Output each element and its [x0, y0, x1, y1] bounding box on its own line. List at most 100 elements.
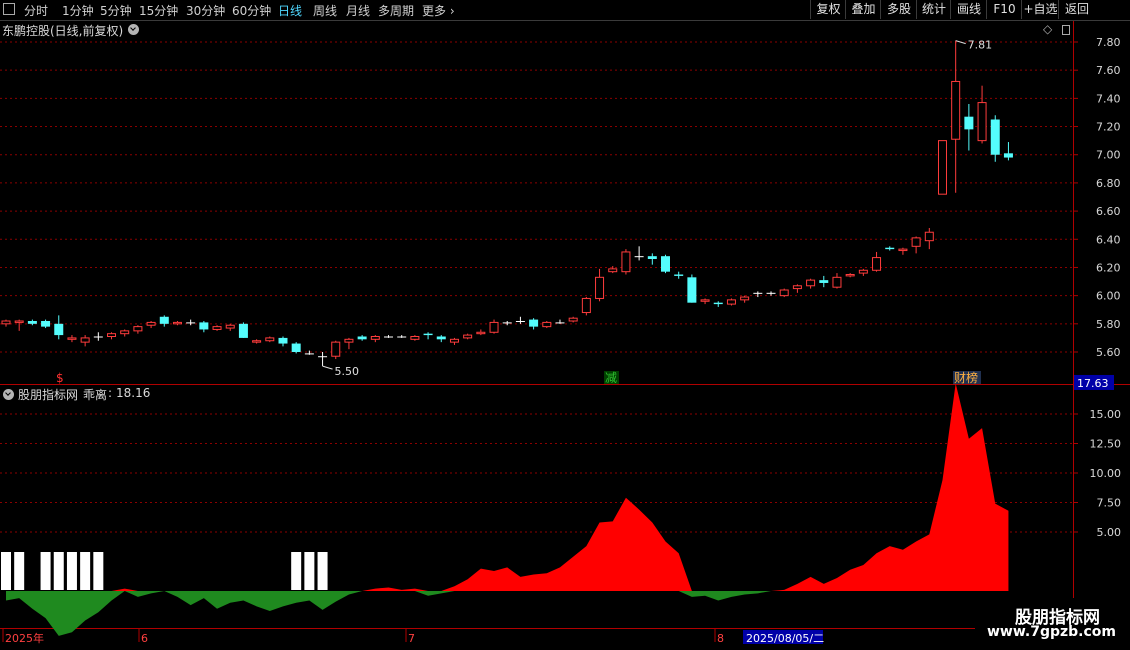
- y-tick-label-1: 7.60: [1096, 64, 1121, 77]
- y-tick-label-6: 6.60: [1096, 205, 1121, 218]
- candle-body-20: [265, 337, 275, 342]
- candle-body-14: [186, 322, 196, 324]
- candle-body-67: [885, 247, 895, 250]
- candle-body-51: [674, 274, 684, 276]
- candle-body-5: [67, 337, 77, 340]
- candle-body-56: [740, 296, 750, 301]
- candle-body-6: [80, 337, 90, 343]
- candle-body-15: [199, 322, 209, 330]
- indicator-negative-area: [6, 591, 1009, 636]
- candle-body-27: [357, 336, 367, 340]
- y-tick-label-5: 6.80: [1096, 177, 1121, 190]
- y-tick-label-4: 7.00: [1096, 149, 1121, 162]
- date-label-3: 8: [717, 632, 724, 645]
- candle-body-34: [449, 338, 459, 343]
- candle-body-65: [858, 269, 868, 274]
- candle-body-53: [700, 299, 710, 302]
- white-marker-4: [66, 552, 77, 590]
- high-pointer: [955, 40, 966, 45]
- date-label-1: 6: [141, 632, 148, 645]
- low-label: 5.50: [335, 365, 360, 378]
- white-marker-0: [1, 552, 11, 590]
- candle-body-1: [14, 320, 24, 323]
- white-marker-1: [14, 552, 25, 590]
- white-marker-2: [40, 552, 51, 590]
- indicator-tick-label-4: 5.00: [1097, 526, 1122, 539]
- event-marker-1: 减: [605, 371, 617, 385]
- candle-body-62: [819, 280, 829, 283]
- candle-body-32: [423, 333, 433, 336]
- candle-body-70: [924, 231, 934, 242]
- candle-body-72: [951, 80, 961, 140]
- y-tick-label-8: 6.20: [1096, 261, 1121, 274]
- white-marker-7: [291, 552, 302, 590]
- event-marker-2: 财榜: [954, 370, 978, 385]
- cursor-date-label: 2025/08/05/二: [746, 632, 824, 645]
- date-label-2: 7: [408, 632, 415, 645]
- candle-body-36: [476, 331, 486, 335]
- candle-body-30: [397, 336, 407, 338]
- white-marker-6: [93, 552, 104, 590]
- candle-body-74: [977, 102, 987, 142]
- candle-body-0: [1, 320, 11, 325]
- candle-body-13: [172, 321, 182, 325]
- y-tick-label-9: 6.00: [1096, 290, 1121, 303]
- candle-body-54: [713, 302, 723, 305]
- candle-body-64: [845, 274, 855, 277]
- candle-body-41: [542, 321, 552, 328]
- candle-body-45: [595, 276, 605, 299]
- indicator-tick-label-3: 7.50: [1097, 497, 1122, 510]
- y-tick-label-2: 7.40: [1096, 92, 1121, 105]
- candle-body-28: [370, 336, 380, 340]
- candle-body-47: [621, 251, 631, 273]
- date-label-0: 2025年: [5, 631, 44, 645]
- candle-body-44: [581, 297, 591, 314]
- candle-body-10: [133, 326, 143, 332]
- candle-body-58: [766, 292, 776, 294]
- y-tick-label-3: 7.20: [1096, 121, 1121, 134]
- candle-body-29: [384, 336, 394, 338]
- candle-body-2: [27, 321, 37, 324]
- candle-body-52: [687, 277, 697, 303]
- price-chart[interactable]: 7.80 7.60 7.40 7.20 7.00 6.80 6.60 6.40 6.20 6.00…: [0, 0, 1130, 650]
- candle-body-11: [146, 321, 156, 326]
- candle-body-60: [792, 285, 802, 290]
- candle-body-59: [779, 289, 789, 297]
- low-pointer: [322, 365, 333, 370]
- candle-body-4: [54, 323, 64, 336]
- candle-body-69: [911, 237, 921, 247]
- candle-body-16: [212, 326, 222, 330]
- candle-body-55: [726, 299, 736, 305]
- candle-body-61: [806, 279, 816, 287]
- y-tick-label-0: 7.80: [1096, 36, 1121, 49]
- candle-body-9: [120, 330, 130, 335]
- candle-body-26: [344, 338, 354, 343]
- candle-body-68: [898, 248, 908, 252]
- candle-body-37: [489, 321, 499, 333]
- candle-body-73: [964, 116, 974, 130]
- candle-body-42: [555, 322, 565, 324]
- candle-body-57: [753, 292, 763, 294]
- candle-body-31: [410, 336, 420, 340]
- candle-body-50: [661, 256, 670, 272]
- white-marker-9: [317, 552, 328, 590]
- y-tick-label-11: 5.60: [1096, 346, 1121, 359]
- candle-body-35: [463, 334, 473, 339]
- candle-body-66: [872, 257, 882, 271]
- candle-body-18: [238, 323, 248, 338]
- candle-body-63: [832, 276, 842, 288]
- candle-body-23: [304, 353, 314, 355]
- candle-body-48: [634, 256, 644, 258]
- candle-body-21: [278, 337, 288, 344]
- candle-body-25: [331, 341, 341, 357]
- candle-body-33: [436, 336, 446, 340]
- candle-body-22: [291, 343, 301, 352]
- candle-body-17: [225, 324, 235, 329]
- white-marker-8: [304, 552, 315, 590]
- indicator-tick-label-2: 10.00: [1090, 467, 1122, 480]
- candle-body-71: [937, 140, 947, 195]
- candle-body-40: [529, 319, 539, 327]
- watermark-url: www.7gpzb.com: [987, 624, 1117, 640]
- high-label: 7.81: [968, 39, 993, 52]
- candle-body-75: [990, 119, 1000, 155]
